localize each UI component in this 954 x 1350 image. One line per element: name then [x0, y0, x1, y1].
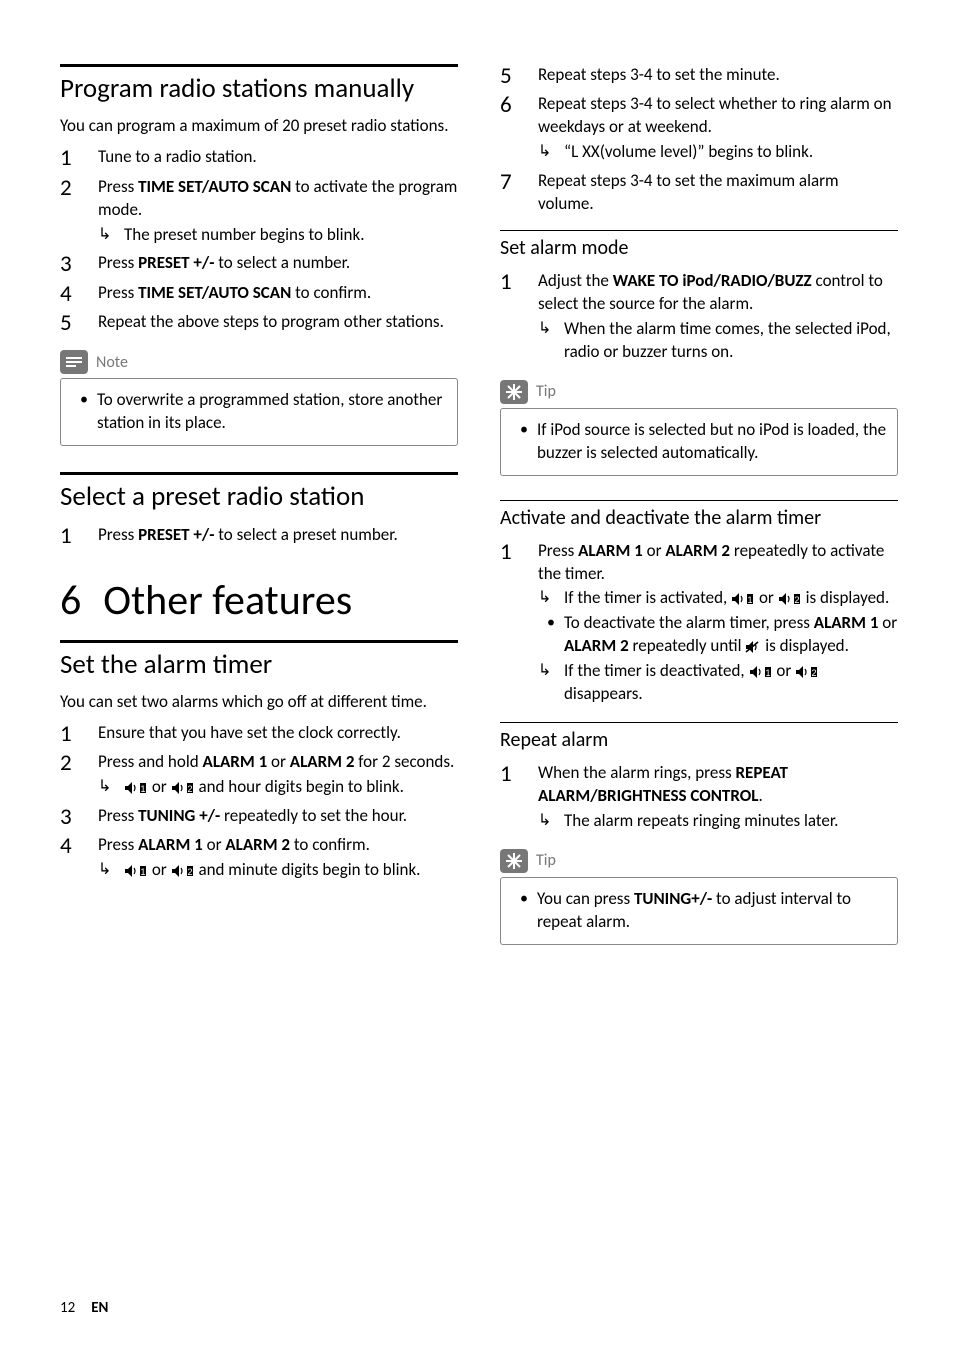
note-icon [60, 350, 88, 374]
alarm-steps: 1 Ensure that you have set the clock cor… [60, 722, 458, 884]
alarm2-icon: 2 [778, 592, 802, 606]
page-lang: EN [91, 1298, 108, 1318]
alarm1-icon: 1 [124, 781, 148, 795]
mode-steps: 1 Adjust the WAKE TO iPod/RADIO/BUZZ con… [500, 270, 898, 366]
repeat-steps: 1 When the alarm rings, press REPEAT ALA… [500, 762, 898, 835]
alarm2-icon: 2 [171, 781, 195, 795]
svg-text:1: 1 [140, 867, 145, 877]
page-number: 12 [60, 1298, 75, 1318]
svg-text:1: 1 [140, 784, 145, 794]
alarm-title: Set the alarm timer [60, 649, 458, 681]
svg-text:1: 1 [765, 668, 770, 678]
program-title: Program radio stations manually [60, 73, 458, 105]
alarm1-icon: 1 [749, 665, 773, 679]
select-title: Select a preset radio station [60, 481, 458, 513]
svg-text:2: 2 [812, 668, 817, 678]
alarm2-icon: 2 [795, 665, 819, 679]
alarm1-icon: 1 [124, 864, 148, 878]
svg-text:2: 2 [187, 784, 192, 794]
tip-icon [500, 849, 528, 873]
alarm-steps-cont: 5 Repeat steps 3-4 to set the minute. 6 … [500, 64, 898, 216]
page-footer: 12 EN [60, 1298, 108, 1318]
alarm-intro: You can set two alarms which go off at d… [60, 691, 458, 714]
program-intro: You can program a maximum of 20 preset r… [60, 115, 458, 138]
alarm2-icon: 2 [171, 864, 195, 878]
activate-title: Activate and deactivate the alarm timer [500, 505, 898, 532]
select-steps: 1 Press PRESET +/- to select a preset nu… [60, 524, 458, 549]
tip-icon [500, 380, 528, 404]
tip-callout-2: Tip You can press TUNING+/- to adjust in… [500, 849, 898, 945]
svg-text:2: 2 [794, 595, 799, 605]
alarm1-icon: 1 [731, 592, 755, 606]
mute-icon [745, 640, 761, 654]
mode-title: Set alarm mode [500, 235, 898, 262]
program-steps: 1 Tune to a radio station. 2 Press TIME … [60, 146, 458, 336]
tip-callout: Tip If iPod source is selected but no iP… [500, 380, 898, 476]
svg-text:2: 2 [187, 867, 192, 877]
repeat-title: Repeat alarm [500, 727, 898, 754]
activate-steps: 1 Press ALARM 1 or ALARM 2 repeatedly to… [500, 540, 898, 709]
svg-text:1: 1 [748, 595, 753, 605]
chapter-heading: 6 Other features [60, 573, 458, 630]
note-callout: Note To overwrite a programmed station, … [60, 350, 458, 446]
